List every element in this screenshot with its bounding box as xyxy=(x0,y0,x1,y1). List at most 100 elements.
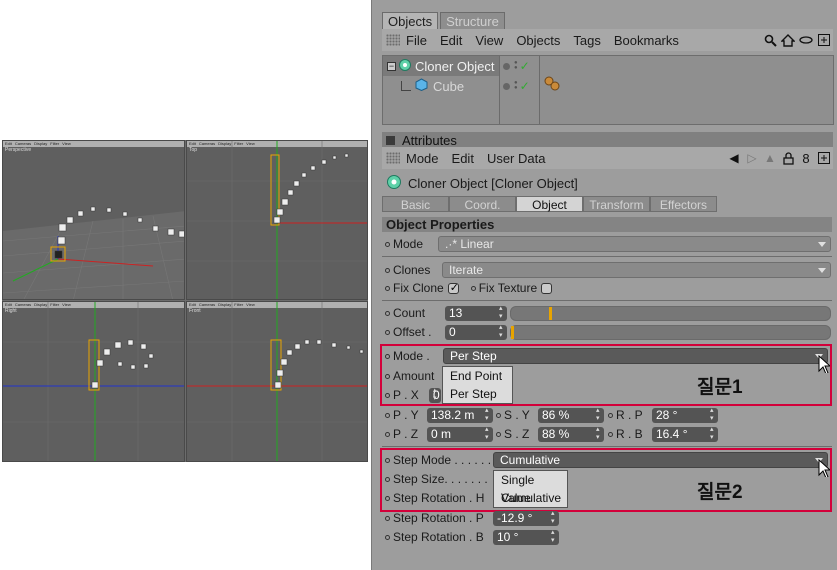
tree-item-label: Cloner Object xyxy=(415,58,495,74)
up-arrow-icon[interactable]: ▲ xyxy=(763,151,777,165)
animate-bullet-icon[interactable] xyxy=(496,431,501,437)
new-window-icon[interactable] xyxy=(817,151,831,165)
mode-dropdown[interactable]: .·* Linear xyxy=(438,236,831,252)
tab-structure[interactable]: Structure xyxy=(440,12,505,29)
tab-transform[interactable]: Transform xyxy=(583,196,650,212)
column-divider xyxy=(499,56,500,124)
animate-bullet-icon[interactable] xyxy=(608,412,613,418)
menu-edit[interactable]: Edit xyxy=(440,33,462,48)
py-field[interactable]: 138.2 m xyxy=(427,407,493,423)
new-window-icon[interactable] xyxy=(817,33,831,47)
highlight-box-1 xyxy=(380,344,832,406)
menu-attr-edit[interactable]: Edit xyxy=(452,151,474,166)
clones-dropdown[interactable]: Iterate xyxy=(442,262,831,278)
offset-slider[interactable] xyxy=(510,325,831,340)
menu-user-data[interactable]: User Data xyxy=(487,151,546,166)
divider xyxy=(382,300,832,301)
sz-row: S . Z xyxy=(496,425,529,443)
tree-item-cube[interactable]: Cube xyxy=(383,76,499,96)
viewport-grid: Edit Cameras Display Filter View Perspec… xyxy=(2,140,368,462)
check-icon[interactable]: ✓ xyxy=(520,59,530,73)
menu-file[interactable]: File xyxy=(406,33,427,48)
link-icon[interactable]: 8 xyxy=(799,151,813,166)
divider xyxy=(382,256,832,257)
tree-item-cloner[interactable]: − Cloner Object xyxy=(383,56,499,76)
tab-basic[interactable]: Basic xyxy=(382,196,449,212)
animate-bullet-icon[interactable] xyxy=(385,412,390,418)
annotation-q2: 질문2 xyxy=(697,482,743,503)
object-title: Cloner Object [Cloner Object] xyxy=(408,176,578,191)
pz-field[interactable]: 0 m xyxy=(427,426,493,442)
grip-icon[interactable] xyxy=(386,34,400,46)
menu-view[interactable]: View xyxy=(475,33,503,48)
sz-field[interactable]: 88 % xyxy=(538,426,604,442)
front-scene xyxy=(187,302,367,461)
attributes-title: Attributes xyxy=(402,133,457,148)
viewport-front[interactable]: Edit Cameras Display Filter View Front xyxy=(186,301,368,462)
visibility-dots[interactable]: ● ● ✓ xyxy=(503,76,530,96)
viewport-top[interactable]: Edit Cameras Display Filter View Top xyxy=(186,140,368,300)
slider-knob[interactable] xyxy=(511,326,514,339)
collapse-icon[interactable]: − xyxy=(387,61,396,71)
animate-bullet-icon[interactable] xyxy=(385,285,390,291)
menu-objects[interactable]: Objects xyxy=(516,33,560,48)
tab-effectors[interactable]: Effectors xyxy=(650,196,717,212)
step-rot-p-row: Step Rotation . P xyxy=(385,509,484,527)
viewport-right[interactable]: Edit Cameras Display Filter View Right xyxy=(2,301,185,462)
material-tag-icon[interactable] xyxy=(543,73,561,93)
animate-bullet-icon[interactable] xyxy=(608,431,613,437)
step-rot-b-field[interactable]: 10 ° xyxy=(493,529,559,545)
arrow-right-icon[interactable]: ▷ xyxy=(745,151,759,165)
count-field[interactable]: 13 xyxy=(445,305,507,321)
tab-object[interactable]: Object xyxy=(516,196,583,212)
animate-bullet-icon[interactable] xyxy=(385,267,390,273)
eye-icon[interactable] xyxy=(799,33,813,47)
rp-field[interactable]: 28 ° xyxy=(652,407,718,423)
animate-bullet-icon[interactable] xyxy=(385,241,390,247)
arrow-left-icon[interactable]: ◀ xyxy=(727,151,741,165)
object-header: Cloner Object [Cloner Object] xyxy=(386,174,578,193)
fix-clone-checkbox[interactable] xyxy=(447,281,459,294)
check-icon[interactable]: ✓ xyxy=(520,79,530,93)
grip-icon[interactable] xyxy=(386,152,400,164)
fix-clone-row: Fix Clone Fix Texture xyxy=(385,279,553,297)
step-rot-p-label: Step Rotation . P xyxy=(393,511,484,525)
animate-bullet-icon[interactable] xyxy=(385,329,390,335)
tab-coord[interactable]: Coord. xyxy=(449,196,516,212)
object-tree: − Cloner Object Cube ● ● ✓ ● ● ✓ xyxy=(382,55,834,125)
count-slider[interactable] xyxy=(510,306,831,321)
py-label: P . Y xyxy=(393,408,419,422)
rb-label: R . B xyxy=(616,427,643,441)
step-rot-b-label: Step Rotation . B xyxy=(393,530,484,544)
visibility-dots[interactable]: ● ● ✓ xyxy=(503,56,530,76)
home-icon[interactable] xyxy=(781,33,795,47)
lock-icon[interactable] xyxy=(781,151,795,165)
menu-bookmarks[interactable]: Bookmarks xyxy=(614,33,679,48)
sy-field[interactable]: 86 % xyxy=(538,407,604,423)
step-rot-p-field[interactable]: -12.9 ° xyxy=(493,510,559,526)
animate-bullet-icon[interactable] xyxy=(470,285,476,291)
cloner-icon xyxy=(386,174,402,193)
object-manager-menubar: File Edit View Objects Tags Bookmarks xyxy=(382,29,833,51)
animate-bullet-icon[interactable] xyxy=(385,515,390,521)
count-row: Count xyxy=(385,304,425,322)
fix-texture-checkbox[interactable] xyxy=(541,282,553,294)
cloner-icon xyxy=(398,58,412,75)
offset-field[interactable]: 0 xyxy=(445,324,507,340)
tab-objects[interactable]: Objects xyxy=(382,12,439,29)
manager-tabs: Objects Structure xyxy=(382,12,505,29)
perspective-scene xyxy=(3,206,184,299)
animate-bullet-icon[interactable] xyxy=(385,310,390,316)
viewport-perspective[interactable]: Edit Cameras Display Filter View Perspec… xyxy=(2,140,185,300)
rb-field[interactable]: 16.4 ° xyxy=(652,426,718,442)
menu-tags[interactable]: Tags xyxy=(573,33,600,48)
search-icon[interactable] xyxy=(763,33,777,47)
animate-bullet-icon[interactable] xyxy=(385,431,390,437)
animate-bullet-icon[interactable] xyxy=(496,412,501,418)
rp-label: R . P xyxy=(616,408,643,422)
menu-mode[interactable]: Mode xyxy=(406,151,439,166)
animate-bullet-icon[interactable] xyxy=(385,534,390,540)
annotation-q1: 질문1 xyxy=(697,377,743,398)
column-divider xyxy=(539,56,540,124)
slider-knob[interactable] xyxy=(549,307,552,320)
